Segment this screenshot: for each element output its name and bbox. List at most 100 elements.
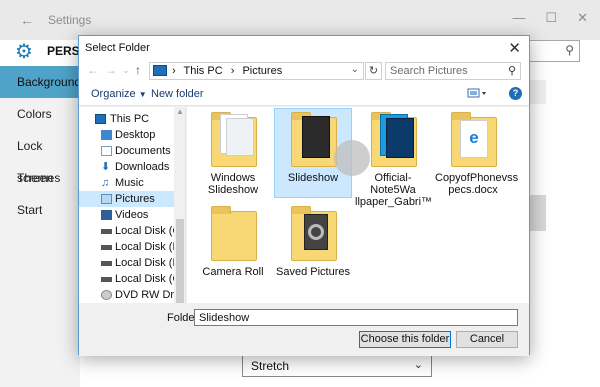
sidebar-item-background[interactable]: Background — [0, 66, 81, 98]
address-dropdown-icon[interactable]: ⌄ — [351, 64, 359, 75]
disk-icon — [101, 261, 112, 266]
refresh-button[interactable]: ↻ — [365, 62, 382, 80]
help-icon[interactable]: ? — [509, 87, 522, 100]
file-name: Slideshow — [287, 172, 339, 184]
tree-item-label: Videos — [115, 209, 149, 221]
tree-item-downloads[interactable]: ⬇ Downloads — [79, 159, 185, 175]
search-input[interactable]: Search Pictures ⚲ — [385, 62, 521, 80]
breadcrumb-this-pc[interactable]: This PC — [184, 65, 223, 77]
select-folder-dialog: Select Folder ✕ ← → ⌄ ↑ › This PC › Pict… — [78, 35, 530, 356]
tree-item-this-pc[interactable]: This PC — [79, 111, 185, 127]
tree-item-desktop[interactable]: Desktop — [79, 127, 185, 143]
tree-item-dvd-drive[interactable]: DVD RW Drive (H — [79, 287, 185, 303]
scroll-up-icon[interactable]: ▲ — [176, 107, 184, 116]
pictures-icon — [101, 194, 112, 204]
folder-icon — [371, 112, 417, 167]
address-row: ← → ⌄ ↑ › This PC › Pictures ⌄ ↻ Search … — [79, 60, 529, 82]
address-bar[interactable]: › This PC › Pictures ⌄ — [149, 62, 364, 80]
search-placeholder: Search Pictures — [390, 65, 468, 77]
tree-item-music[interactable]: ♫ Music — [79, 175, 185, 191]
folder-icon — [291, 112, 370, 176]
file-item-saved-pictures[interactable]: Saved Pictures — [275, 203, 351, 283]
file-item-note5-wallpaper[interactable]: Official-Note5Wa llpaper_Gabri™ — [355, 109, 432, 208]
folder-icon — [211, 206, 257, 261]
file-list: Windows Slideshow Slideshow Official-Not… — [187, 107, 529, 303]
disk-icon — [101, 229, 112, 234]
forward-icon[interactable]: → — [105, 63, 117, 77]
dialog-toolbar: Organize ▼ New folder ? — [79, 82, 529, 106]
scrollbar-thumb[interactable] — [176, 219, 184, 303]
desktop-icon — [101, 130, 112, 140]
downloads-icon: ⬇ — [101, 161, 111, 173]
sidebar-item-lock-screen[interactable]: Lock screen — [0, 130, 80, 185]
folder-thumbnail — [275, 203, 351, 263]
tree-scrollbar[interactable]: ▲ — [174, 107, 185, 303]
view-options-icon[interactable] — [467, 87, 489, 100]
folder-input-value: Slideshow — [199, 312, 250, 324]
file-item-windows-slideshow[interactable]: Windows Slideshow — [195, 109, 271, 197]
tree-item-documents[interactable]: Documents — [79, 143, 185, 159]
breadcrumb-pictures[interactable]: Pictures — [242, 65, 282, 77]
folder-thumbnail — [275, 109, 370, 176]
recent-chevron-icon[interactable]: ⌄ — [122, 65, 130, 76]
settings-title-bar: ← Settings — ☐ ✕ — [0, 0, 600, 40]
choose-this-folder-button[interactable]: Choose this folder — [359, 331, 451, 348]
chevron-down-icon: ⌄ — [413, 359, 423, 371]
tree-item-videos[interactable]: Videos — [79, 207, 185, 223]
folder-thumbnail — [195, 109, 271, 169]
search-icon: ⚲ — [565, 43, 574, 57]
back-icon[interactable]: ← — [87, 63, 99, 77]
folder-thumbnail — [195, 203, 271, 263]
refresh-icon: ↻ — [368, 65, 379, 77]
file-name: Camera Roll — [202, 266, 264, 278]
fit-dropdown[interactable]: Stretch ⌄ — [242, 353, 432, 377]
breadcrumb-separator-icon: › — [230, 65, 235, 77]
tree-item-label: Music — [115, 177, 144, 189]
file-item-copyofphonevsspecs[interactable]: e CopyofPhonevss pecs.docx — [435, 109, 518, 197]
folder-thumbnail: e — [435, 109, 511, 169]
settings-window-title: Settings — [48, 13, 92, 27]
folder-input[interactable]: Slideshow — [194, 309, 518, 326]
cancel-button[interactable]: Cancel — [456, 331, 518, 348]
settings-sidebar: Background Colors Lock screen Themes Sta… — [0, 66, 81, 387]
maximize-icon[interactable]: ☐ — [545, 10, 557, 26]
fit-dropdown-value: Stretch — [251, 359, 290, 373]
watch-thumbnail — [308, 224, 324, 240]
tree-item-local-disk-c[interactable]: Local Disk (C:) — [79, 223, 185, 239]
tree-item-pictures[interactable]: Pictures — [79, 191, 185, 207]
close-icon[interactable]: ✕ — [508, 39, 521, 57]
up-icon[interactable]: ↑ — [135, 63, 141, 77]
disk-icon — [101, 245, 112, 250]
sidebar-item-themes[interactable]: Themes — [0, 162, 80, 194]
new-folder-button[interactable]: New folder — [151, 88, 204, 100]
tree-item-local-disk-f[interactable]: Local Disk (F:) — [79, 255, 185, 271]
window-controls: — ☐ ✕ — [512, 10, 588, 26]
folder-icon: e — [451, 112, 497, 167]
minimize-icon[interactable]: — — [512, 10, 525, 26]
file-name: Official-Note5Wa llpaper_Gabri™ — [355, 172, 433, 208]
back-arrow-icon[interactable]: ← — [20, 12, 34, 28]
tree-item-local-disk-g[interactable]: Local Disk (G:) — [79, 271, 185, 287]
this-pc-icon — [153, 65, 167, 76]
tree-item-label: This PC — [110, 113, 150, 125]
folder-thumbnail — [355, 109, 431, 169]
close-icon[interactable]: ✕ — [577, 10, 588, 26]
tree-item-local-disk-e[interactable]: Local Disk (E:) — [79, 239, 185, 255]
navigation-pane: This PC Desktop Documents ⬇ Downloads ♫ … — [79, 107, 186, 303]
file-item-slideshow[interactable]: Slideshow — [274, 108, 370, 198]
file-item-camera-roll[interactable]: Camera Roll — [195, 203, 271, 283]
videos-icon — [101, 210, 112, 220]
documents-icon — [101, 146, 112, 156]
sidebar-item-start[interactable]: Start — [0, 194, 80, 226]
tree-item-label: Pictures — [115, 193, 155, 205]
tree-item-label: Documents — [115, 145, 171, 157]
edge-browser-icon: e — [469, 128, 479, 147]
gear-icon: ⚙ — [15, 41, 33, 63]
folder-icon — [291, 206, 337, 261]
folder-icon — [211, 112, 257, 167]
computer-icon — [95, 114, 106, 124]
sidebar-item-colors[interactable]: Colors — [0, 98, 80, 130]
file-name: Saved Pictures — [276, 266, 350, 278]
tree-item-label: Downloads — [115, 161, 170, 173]
organize-button[interactable]: Organize ▼ — [91, 88, 147, 100]
